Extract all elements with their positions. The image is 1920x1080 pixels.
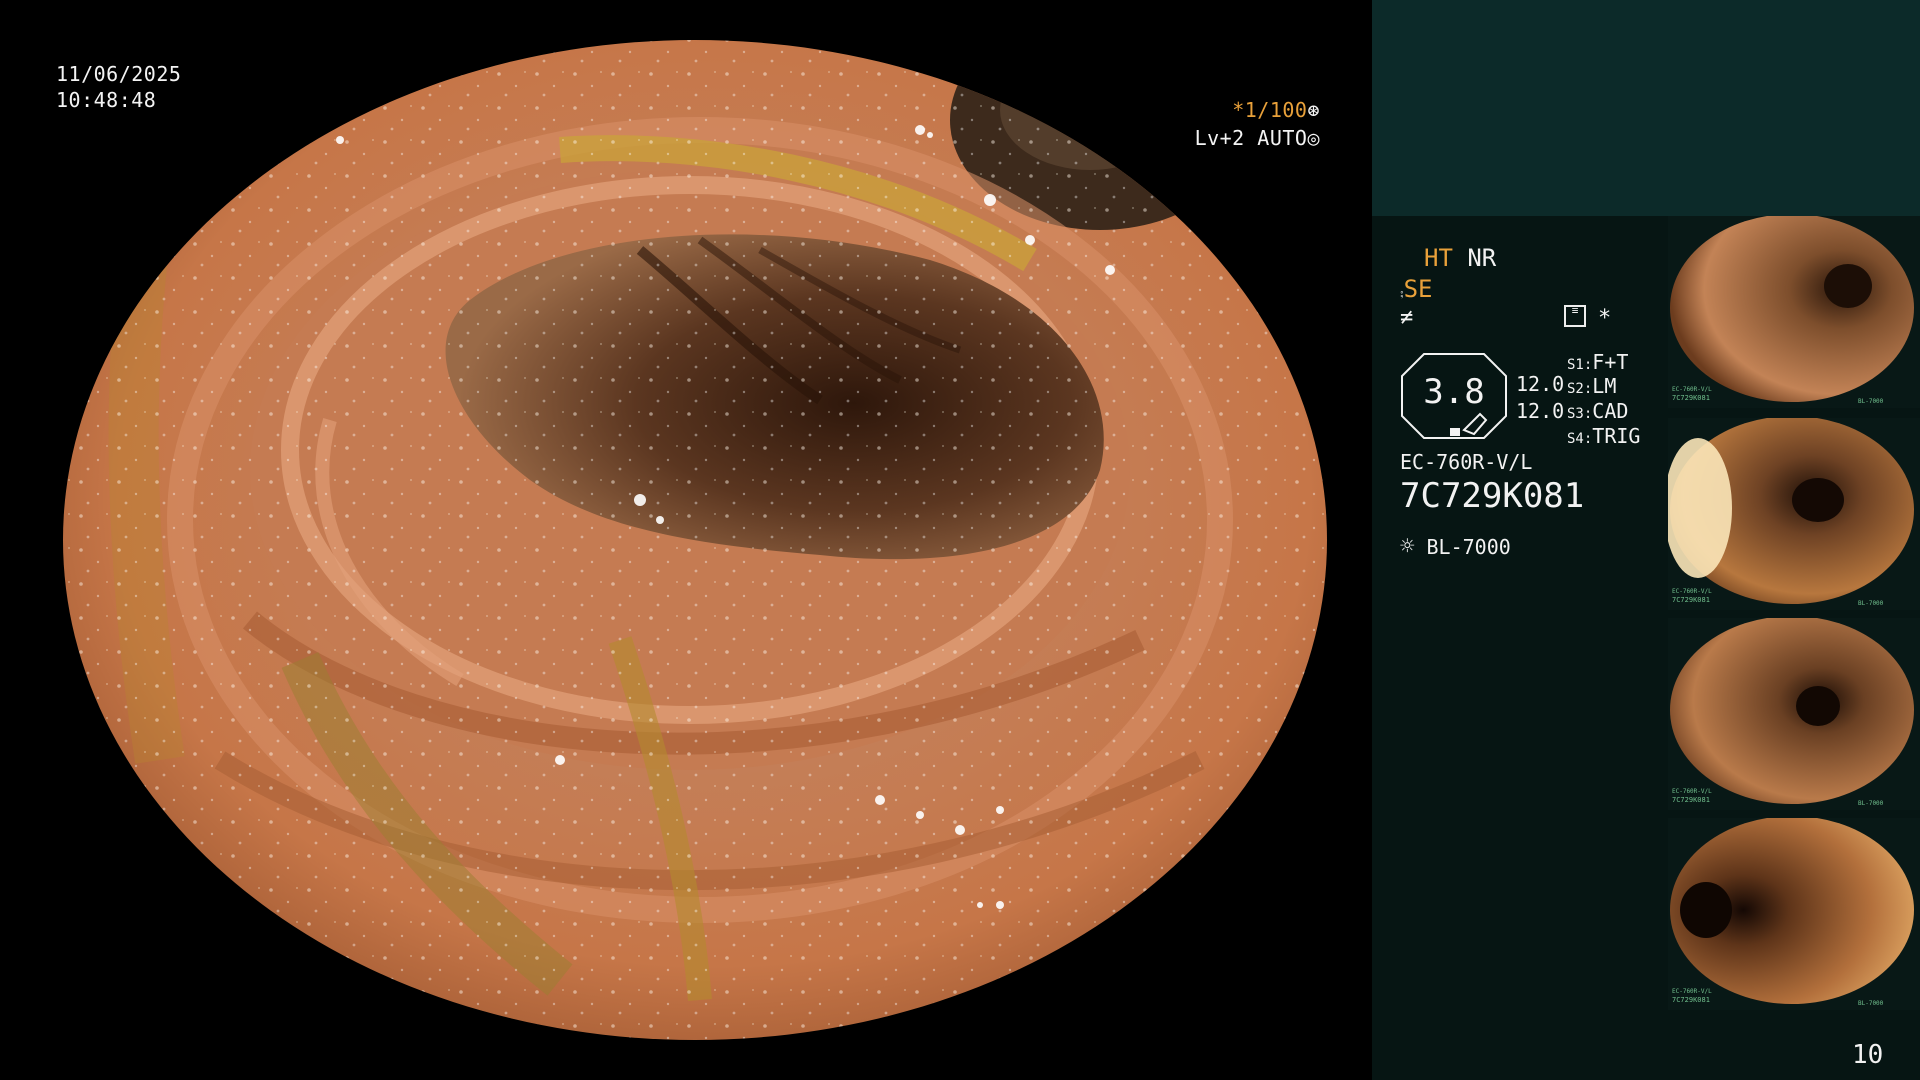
iris-icon: ◎ xyxy=(1307,126,1320,150)
thumbnail-serial: 7C729K081 xyxy=(1672,996,1710,1004)
thumbnail-1[interactable]: EC-760R-V/L 7C729K081 BL-7000 xyxy=(1668,216,1920,408)
value-2: 12.0 xyxy=(1516,399,1565,423)
thumbnail-model: EC-760R-V/L xyxy=(1672,386,1712,393)
thumbnail-serial: 7C729K081 xyxy=(1672,596,1710,604)
value-1: 12.0 xyxy=(1516,372,1565,396)
s4-label: S4: xyxy=(1567,431,1593,447)
exposure-readout: Lv+2 AUTO◎ xyxy=(1150,126,1320,151)
panel-header-area xyxy=(1372,0,1920,216)
level-value-display: 3.8 xyxy=(1423,372,1485,412)
endoscope-view: 11/06/2025 10:48:48 *1/100⊛ Lv+2 AUTO◎ xyxy=(0,0,1372,1080)
info-panel: HT NR ⨾SE ≠ ≡ * 3.8 12.0 12.0 S1:F+T S2:… xyxy=(1372,0,1920,1080)
page-number: 10 xyxy=(1852,1040,1884,1070)
se-label: SE xyxy=(1403,275,1433,303)
thumbnail-light: BL-7000 xyxy=(1858,1000,1884,1007)
endoscopic-image xyxy=(63,40,1327,1040)
scope-serial: 7C729K081 xyxy=(1400,476,1585,516)
ht-label: HT xyxy=(1424,244,1453,272)
thumbnail-serial: 7C729K081 xyxy=(1672,796,1710,804)
thumbnail-3[interactable]: EC-760R-V/L 7C729K081 BL-7000 xyxy=(1668,618,1920,810)
thumbnail-model: EC-760R-V/L xyxy=(1672,588,1712,595)
light-source-label: BL-7000 xyxy=(1426,535,1511,559)
auto-label: AUTO xyxy=(1257,126,1308,150)
s3-label: S3: xyxy=(1567,406,1593,422)
thumbnail-image xyxy=(1668,418,1914,604)
thumbnail-image xyxy=(1670,216,1914,402)
thumbnail-light: BL-7000 xyxy=(1858,600,1884,607)
date-label: 11/06/2025 xyxy=(56,62,182,86)
s1-value: F+T xyxy=(1592,350,1629,374)
thumbnail-2[interactable]: EC-760R-V/L 7C729K081 BL-7000 xyxy=(1668,418,1920,610)
shutter-readout: *1/100⊛ xyxy=(1180,98,1320,123)
menu-icon: ≡ xyxy=(1564,305,1586,327)
thumbnail-image xyxy=(1670,818,1914,1004)
s4-value: TRIG xyxy=(1592,424,1641,448)
s3-value: CAD xyxy=(1592,399,1629,423)
switch-s1: S1:F+T xyxy=(1567,350,1628,374)
shutter-value: *1/100 xyxy=(1232,98,1308,122)
sun-icon: ☼ xyxy=(1400,532,1415,560)
thumbnail-light: BL-7000 xyxy=(1858,800,1884,807)
s2-value: LM xyxy=(1592,374,1617,398)
thumbnail-4[interactable]: EC-760R-V/L 7C729K081 BL-7000 xyxy=(1668,818,1920,1010)
thumbnail-light: BL-7000 xyxy=(1858,398,1884,405)
nr-label: NR xyxy=(1467,244,1497,272)
light-source: ☼ BL-7000 xyxy=(1400,532,1511,560)
asterisk-label: * xyxy=(1598,306,1612,331)
switch-s3: S3:CAD xyxy=(1567,399,1628,423)
s1-label: S1: xyxy=(1567,357,1593,373)
thumbnail-model: EC-760R-V/L xyxy=(1672,988,1712,995)
thumbnail-model: EC-760R-V/L xyxy=(1672,788,1712,795)
shutter-icon: ⊛ xyxy=(1307,98,1320,122)
mode-line-1: HT NR xyxy=(1424,244,1496,272)
thumbnail-image xyxy=(1670,618,1914,804)
time-label: 10:48:48 xyxy=(56,88,157,112)
level-value: Lv+2 xyxy=(1194,126,1245,150)
switch-s2: S2:LM xyxy=(1567,374,1616,398)
switch-s4: S4:TRIG xyxy=(1567,424,1640,448)
lightning-icon: ≠ xyxy=(1400,305,1414,330)
thumbnail-serial: 7C729K081 xyxy=(1672,394,1710,402)
s2-label: S2: xyxy=(1567,381,1593,397)
scope-model: EC-760R-V/L xyxy=(1400,450,1533,474)
mode-line-2: ⨾SE xyxy=(1400,275,1433,303)
